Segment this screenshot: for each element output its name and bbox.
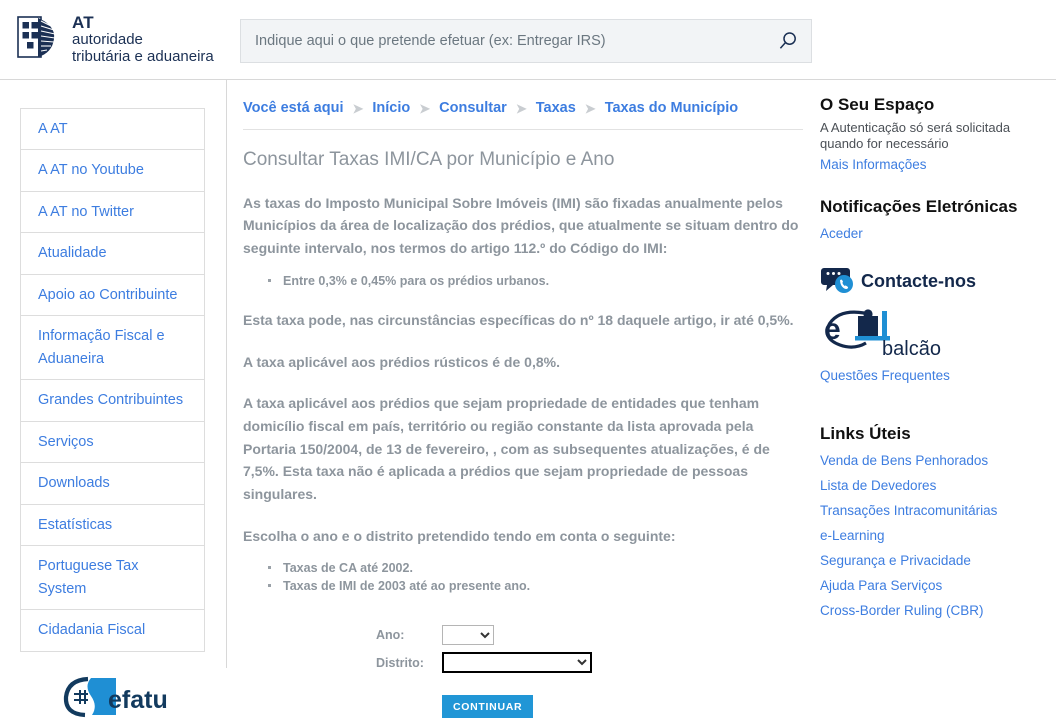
o-seu-espaco-block: O Seu Espaço A Autenticação só será soli…: [820, 94, 1046, 178]
link-venda-de-bens-penhorados[interactable]: Venda de Bens Penhorados: [820, 449, 1046, 474]
brand-logo-block[interactable]: AT autoridade tributária e aduaneira: [14, 13, 214, 66]
chevron-right-icon: ➤: [352, 100, 364, 116]
paragraph-rustic-rate: A taxa aplicável aos prédios rústicos é …: [243, 353, 560, 370]
link-ajuda-para-servicos[interactable]: Ajuda Para Serviços: [820, 574, 1046, 599]
main-content: Você está aqui ➤ Início ➤ Consultar ➤ Ta…: [243, 100, 803, 719]
ebalcao-logo: e balcão: [824, 309, 941, 360]
sidebar-item-label: A AT no Youtube: [38, 162, 144, 179]
sidebar-item-apoio-ao-contribuinte[interactable]: Apoio ao Contribuinte: [21, 275, 204, 317]
brand-text: AT autoridade tributária e aduaneira: [72, 13, 214, 66]
sidebar-item-informacao-fiscal-e-aduaneira[interactable]: Informação Fiscal e Aduaneira: [21, 316, 204, 381]
urban-rate-list: Entre 0,3% e 0,45% para os prédios urban…: [243, 272, 803, 290]
chat-bubble-phone-icon: [821, 267, 853, 293]
link-seguranca-e-privacidade[interactable]: Segurança e Privacidade: [820, 549, 1046, 574]
sidebar-item-label: Serviços: [38, 433, 94, 450]
chevron-right-icon: ➤: [584, 100, 596, 116]
sidebar-item-estatisticas[interactable]: Estatísticas: [21, 505, 204, 547]
continuar-button[interactable]: CONTINUAR: [442, 695, 534, 719]
notificacoes-eletronicas-block: Notificações Eletrónicas Aceder: [820, 196, 1046, 247]
sidebar-item-grandes-contribuintes[interactable]: Grandes Contribuintes: [21, 380, 204, 422]
sidebar-item-a-at[interactable]: A AT: [21, 109, 204, 151]
sidebar-item-servicos[interactable]: Serviços: [21, 422, 204, 464]
brand-line-3: tributária e aduaneira: [72, 47, 214, 65]
paragraph-offshore-rate: A taxa aplicável aos prédios que sejam p…: [243, 395, 770, 502]
o-seu-espaco-heading: O Seu Espaço: [820, 95, 935, 114]
left-sidebar: A AT A AT no Youtube A AT no Twitter Atu…: [20, 108, 205, 720]
questoes-frequentes-link[interactable]: Questões Frequentes: [820, 364, 1046, 389]
sidebar-item-label: Grandes Contribuintes: [38, 392, 184, 409]
svg-text:balcão: balcão: [882, 338, 941, 359]
chevron-right-icon: ➤: [419, 100, 431, 116]
page-body: A AT A AT no Youtube A AT no Twitter Atu…: [0, 80, 1056, 719]
breadcrumb: Você está aqui ➤ Início ➤ Consultar ➤ Ta…: [243, 100, 803, 130]
sidebar-item-label: Cidadania Fiscal: [38, 622, 146, 639]
intro-paragraph: As taxas do Imposto Municipal Sobre Imóv…: [243, 194, 799, 257]
efatura-banner[interactable]: efatura: [20, 674, 205, 720]
brand-line-2: autoridade: [72, 31, 143, 49]
sidebar-item-label: Portuguese Tax System: [38, 558, 139, 597]
search-bar[interactable]: [240, 19, 812, 63]
year-scope-list: Taxas de CA até 2002. Taxas de IMI de 20…: [243, 559, 803, 595]
consult-form: Ano: Distrito: CONTINUAR: [243, 625, 803, 719]
sidebar-item-label: A AT: [38, 121, 68, 137]
brand-line-1: AT: [72, 13, 94, 32]
sidebar-item-a-at-no-youtube[interactable]: A AT no Youtube: [21, 150, 204, 192]
links-uteis-heading: Links Úteis: [820, 423, 911, 443]
notificacoes-heading: Notificações Eletrónicas: [820, 196, 1018, 216]
search-input[interactable]: [241, 20, 765, 62]
sidebar-item-downloads[interactable]: Downloads: [21, 463, 204, 505]
mais-informacoes-link[interactable]: Mais Informações: [820, 153, 1046, 178]
chevron-right-icon: ➤: [515, 100, 527, 116]
sidebar-item-label: Downloads: [38, 475, 110, 492]
list-item: Entre 0,3% e 0,45% para os prédios urban…: [268, 272, 803, 290]
breadcrumb-item-inicio[interactable]: Início: [372, 100, 410, 116]
link-e-learning[interactable]: e-Learning: [820, 524, 1046, 549]
search-button[interactable]: [765, 20, 811, 62]
right-sidebar: O Seu Espaço A Autenticação só será soli…: [820, 94, 1046, 641]
svg-text:e: e: [824, 313, 841, 346]
efatura-logo: efatura: [63, 676, 168, 717]
form-row-ano: Ano:: [376, 625, 803, 646]
svg-text:efatura: efatura: [108, 686, 168, 714]
distrito-select[interactable]: [442, 652, 592, 674]
sidebar-item-label: Apoio ao Contribuinte: [38, 286, 178, 303]
breadcrumb-item-taxas-do-municipio[interactable]: Taxas do Município: [605, 100, 738, 116]
list-item: Taxas de CA até 2002.: [268, 559, 803, 577]
column-divider: [226, 80, 227, 668]
link-lista-de-devedores[interactable]: Lista de Devedores: [820, 474, 1046, 499]
list-item: Taxas de IMI de 2003 até ao presente ano…: [268, 577, 803, 595]
form-actions: CONTINUAR: [376, 695, 803, 719]
links-uteis-block: Links Úteis Venda de Bens Penhorados Lis…: [820, 423, 1046, 624]
breadcrumb-item-taxas[interactable]: Taxas: [536, 100, 576, 116]
sidebar-item-cidadania-fiscal[interactable]: Cidadania Fiscal: [21, 610, 204, 652]
ano-select[interactable]: [442, 625, 494, 646]
sidebar-item-a-at-no-twitter[interactable]: A AT no Twitter: [21, 192, 204, 234]
sidebar-item-label: Estatísticas: [38, 516, 113, 533]
contacte-nos-label: Contacte-nos: [861, 271, 977, 292]
site-header: AT autoridade tributária e aduaneira: [0, 0, 1056, 80]
sidebar-menu: A AT A AT no Youtube A AT no Twitter Atu…: [20, 108, 205, 652]
o-seu-espaco-text: A Autenticação só será solicitada quando…: [820, 120, 1011, 152]
sidebar-item-label: A AT no Twitter: [38, 203, 134, 220]
sidebar-item-label: Atualidade: [38, 245, 107, 262]
form-row-distrito: Distrito:: [376, 652, 803, 674]
link-transacoes-intracomunitarias[interactable]: Transações Intracomunitárias: [820, 499, 1046, 524]
sidebar-item-atualidade[interactable]: Atualidade: [21, 233, 204, 275]
breadcrumb-item-consultar[interactable]: Consultar: [439, 100, 507, 116]
paragraph-special-circumstances: Esta taxa pode, nas circunstâncias espec…: [243, 311, 794, 328]
contacte-nos-banner[interactable]: Contacte-nos: [820, 265, 1046, 299]
breadcrumb-prefix: Você está aqui: [243, 100, 344, 116]
aceder-link[interactable]: Aceder: [820, 222, 1046, 247]
page-title: Consultar Taxas IMI/CA por Município e A…: [243, 149, 615, 170]
sidebar-item-portuguese-tax-system[interactable]: Portuguese Tax System: [21, 546, 204, 611]
ebalcao-banner[interactable]: e balcão: [820, 307, 1046, 364]
search-icon: [779, 32, 796, 49]
at-coat-of-arms-logo: [17, 16, 56, 59]
paragraph-choose-instructions: Escolha o ano e o distrito pretendido te…: [243, 527, 676, 544]
sidebar-item-label: Informação Fiscal e Aduaneira: [38, 328, 165, 367]
link-cross-border-ruling[interactable]: Cross-Border Ruling (CBR): [820, 599, 1046, 624]
ano-label: Ano:: [376, 628, 405, 643]
